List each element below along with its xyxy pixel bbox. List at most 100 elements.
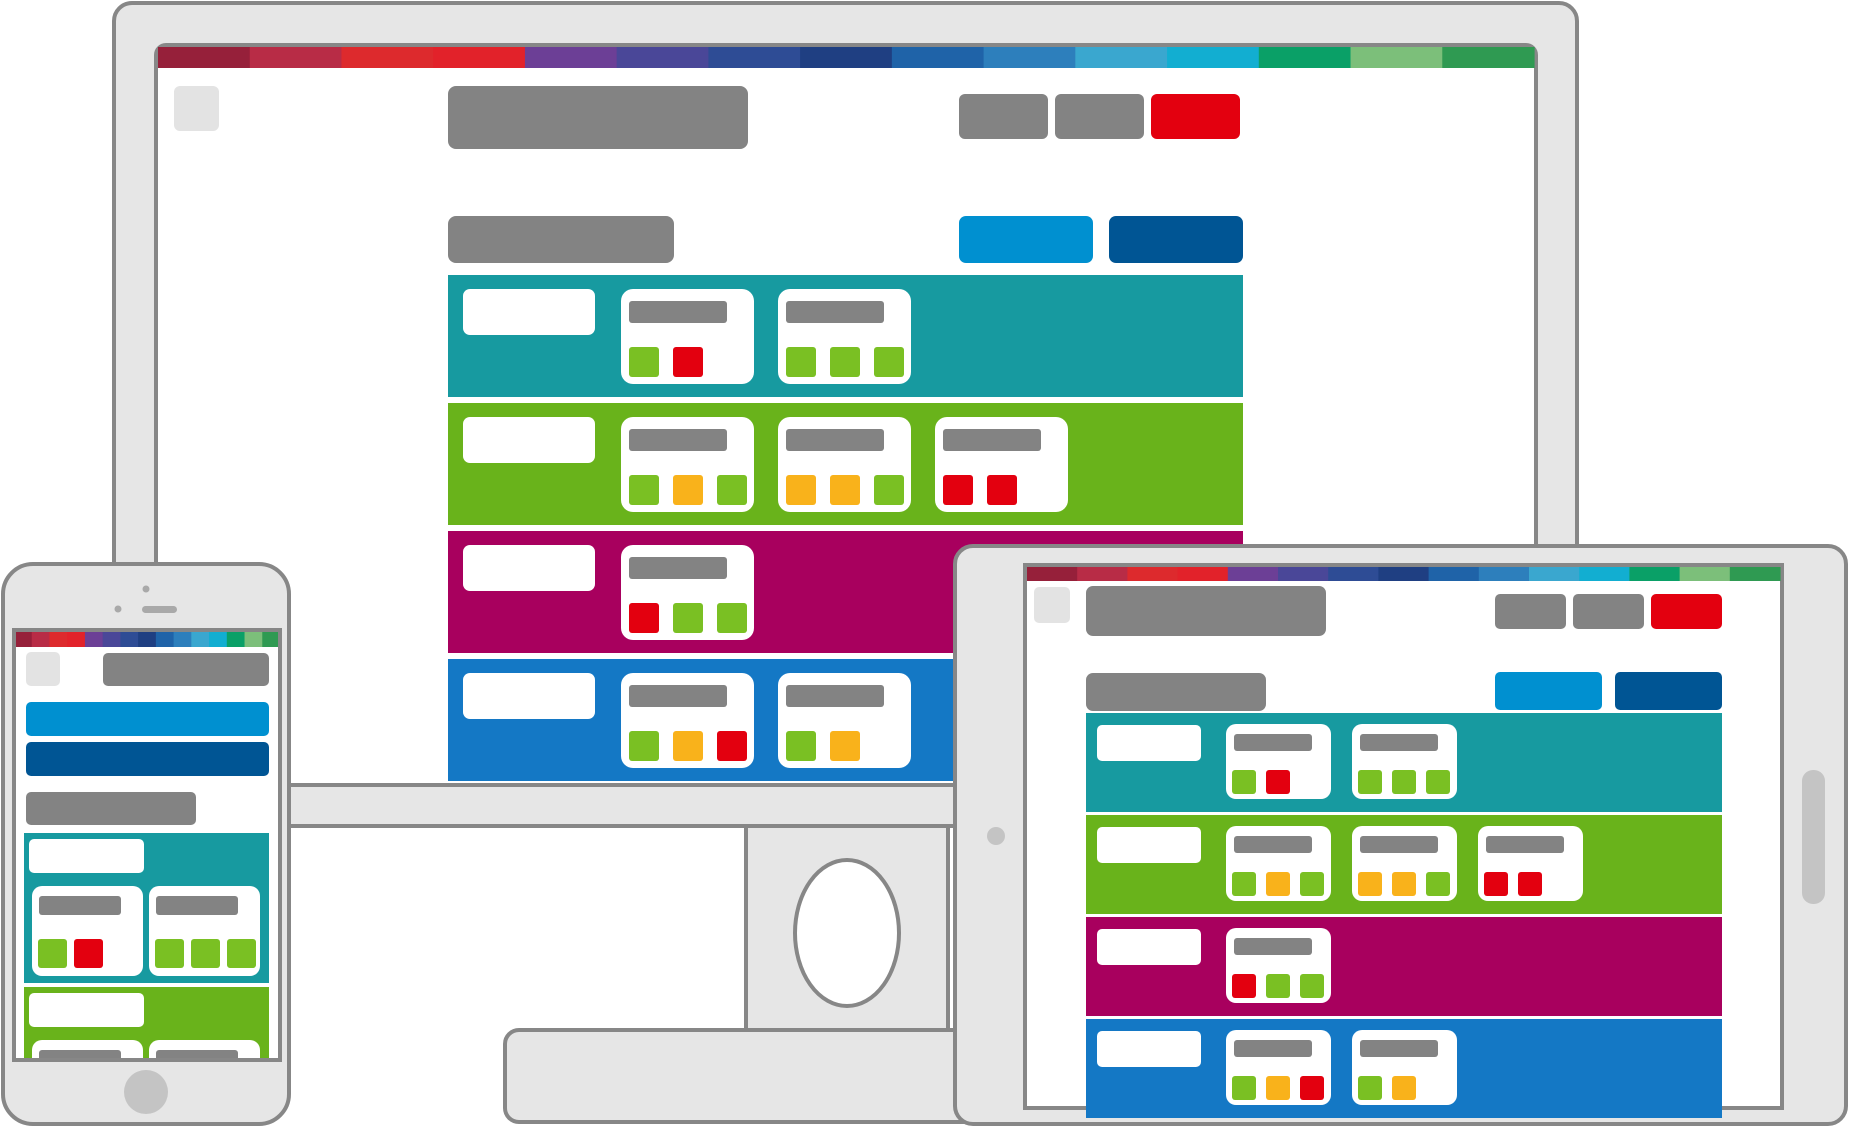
strip-segment [1077, 567, 1128, 581]
strip-segment [155, 632, 175, 647]
home-button-icon[interactable] [1802, 770, 1825, 904]
status-indicator-green [1232, 770, 1256, 794]
card-title-placeholder [786, 685, 884, 707]
tablet [953, 544, 1848, 1126]
status-indicator-amber [830, 731, 860, 761]
status-indicator-red [74, 939, 103, 968]
strip-segment [262, 632, 280, 647]
strip-segment [31, 632, 51, 647]
card-title-placeholder [1360, 734, 1438, 751]
task-card[interactable] [778, 289, 911, 384]
lane-label [463, 673, 595, 719]
speaker-icon [142, 606, 177, 613]
strip-segment [1729, 567, 1781, 581]
strip-segment [84, 632, 104, 647]
header-button[interactable] [1055, 94, 1144, 139]
page-title-placeholder [103, 653, 269, 686]
status-indicator-amber [673, 475, 703, 505]
task-card[interactable] [149, 886, 260, 976]
card-title-placeholder [39, 896, 121, 915]
strip-segment [49, 632, 68, 647]
strip-segment [1075, 47, 1168, 68]
task-card[interactable] [1478, 826, 1583, 901]
status-indicator-amber [1266, 872, 1290, 896]
task-card[interactable] [1226, 724, 1331, 799]
task-card[interactable] [32, 886, 143, 976]
card-title-placeholder [629, 301, 727, 323]
header-button[interactable] [959, 94, 1048, 139]
status-indicator-green [1300, 974, 1324, 998]
header-button[interactable] [1495, 594, 1566, 629]
strip-segment [1428, 567, 1480, 581]
status-indicator-amber [1358, 872, 1382, 896]
task-card[interactable] [1226, 1030, 1331, 1105]
task-card[interactable] [621, 417, 754, 512]
stand-icon [793, 858, 901, 1008]
secondary-action-button[interactable] [1615, 672, 1722, 710]
strip-segment [138, 632, 157, 647]
task-card[interactable] [621, 289, 754, 384]
task-card[interactable] [621, 545, 754, 640]
page-title-placeholder [448, 86, 748, 149]
strip-segment [891, 47, 985, 68]
status-indicator-amber [786, 475, 816, 505]
lane-label [463, 289, 595, 335]
secondary-action-button[interactable] [1109, 216, 1243, 263]
strip-segment [800, 47, 893, 68]
primary-header-button[interactable] [1651, 594, 1722, 629]
card-title-placeholder [786, 301, 884, 323]
strip-segment [1679, 567, 1731, 581]
strip-segment [14, 632, 33, 647]
task-card[interactable] [1352, 1030, 1457, 1105]
card-title-placeholder [629, 685, 727, 707]
status-indicator-red [717, 731, 747, 761]
status-indicator-green [1232, 872, 1256, 896]
status-indicator-red [1232, 974, 1256, 998]
status-indicator-green [1300, 872, 1324, 896]
lane-label [29, 993, 144, 1027]
strip-segment [1167, 47, 1260, 68]
status-indicator-amber [1392, 872, 1416, 896]
card-title-placeholder [1234, 1040, 1312, 1057]
phone [1, 562, 291, 1126]
primary-action-button[interactable] [26, 702, 269, 736]
home-button-icon[interactable] [124, 1070, 168, 1114]
secondary-action-button[interactable] [26, 742, 269, 776]
status-indicator-amber [673, 731, 703, 761]
app-logo[interactable] [26, 652, 60, 686]
status-indicator-green [629, 347, 659, 377]
status-indicator-red [987, 475, 1017, 505]
task-card[interactable] [778, 673, 911, 768]
status-indicator-green [191, 939, 220, 968]
camera-icon [142, 585, 150, 593]
primary-action-button[interactable] [1495, 672, 1602, 710]
app-logo[interactable] [1034, 587, 1070, 623]
strip-segment [226, 632, 246, 647]
status-indicator-red [673, 347, 703, 377]
task-card[interactable] [935, 417, 1068, 512]
strip-segment [249, 47, 343, 68]
strip-segment [67, 632, 86, 647]
task-card[interactable] [778, 417, 911, 512]
task-card[interactable] [1352, 724, 1457, 799]
card-title-placeholder [1360, 836, 1438, 853]
header-button[interactable] [1573, 594, 1644, 629]
task-card[interactable] [1226, 826, 1331, 901]
app-logo[interactable] [174, 86, 219, 131]
task-card[interactable] [1352, 826, 1457, 901]
status-indicator-green [1392, 770, 1416, 794]
primary-action-button[interactable] [959, 216, 1093, 263]
task-card[interactable] [1226, 928, 1331, 1003]
strip-segment [341, 47, 434, 68]
strip-segment [102, 632, 121, 647]
strip-segment [1478, 567, 1530, 581]
status-indicator-green [1426, 770, 1450, 794]
card-title-placeholder [156, 896, 238, 915]
strip-segment [1350, 47, 1443, 68]
primary-header-button[interactable] [1151, 94, 1240, 139]
status-indicator-green [1358, 1076, 1382, 1100]
task-card[interactable] [621, 673, 754, 768]
strip-segment [616, 47, 709, 68]
strip-segment [209, 632, 228, 647]
page-title-placeholder [1086, 586, 1326, 636]
